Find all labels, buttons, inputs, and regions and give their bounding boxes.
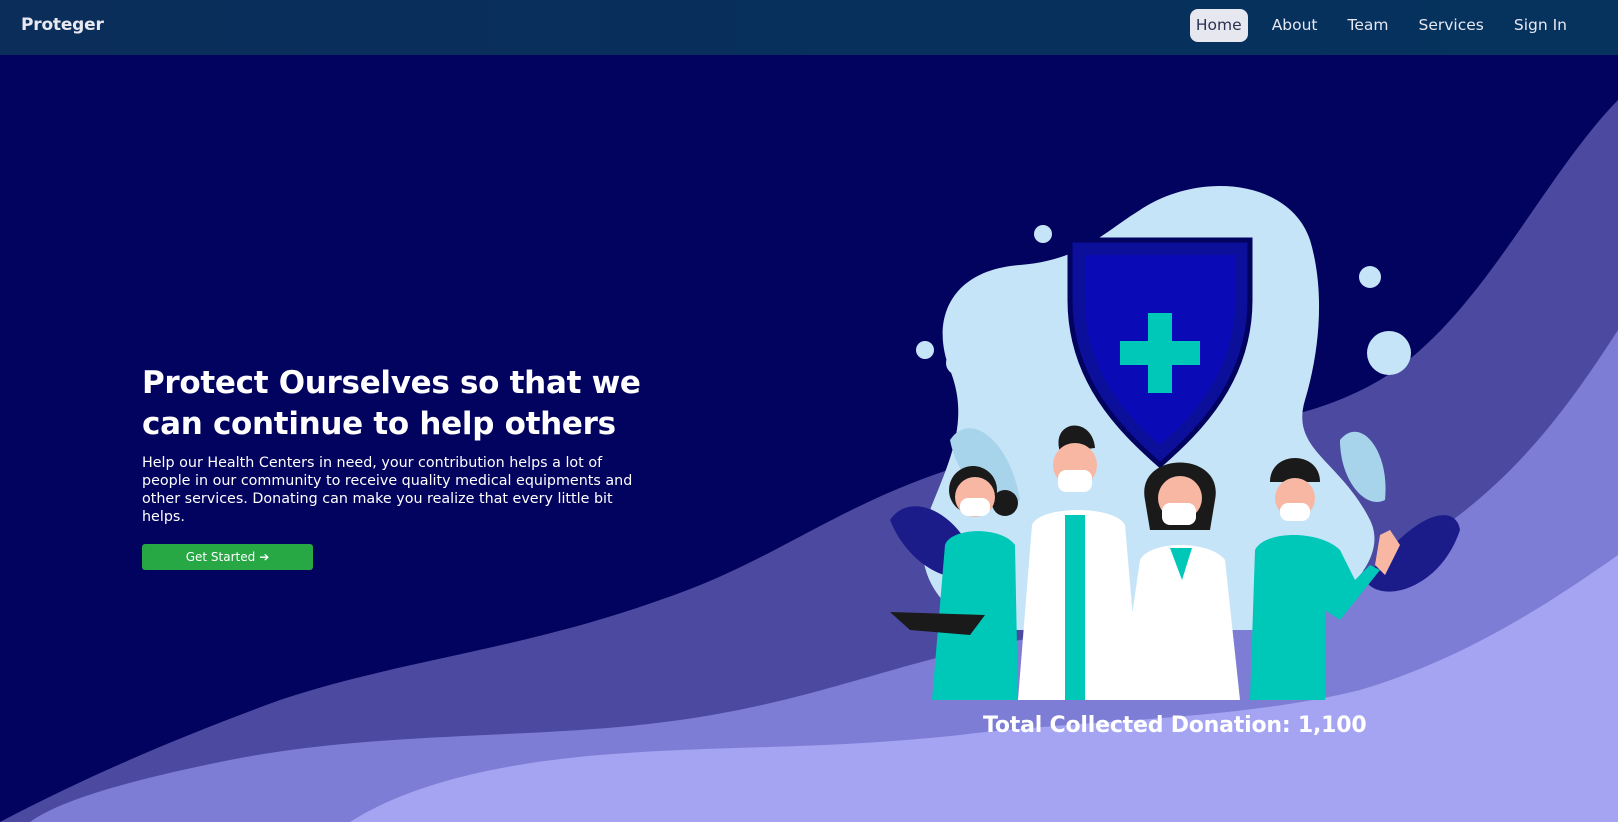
nav-about[interactable]: About — [1266, 9, 1324, 42]
nav-menu: Home About Team Services Sign In — [1172, 9, 1573, 42]
hero-subtext: Help our Health Centers in need, your co… — [142, 455, 633, 525]
bubble-small — [1034, 225, 1052, 243]
get-started-label: Get Started — [185, 550, 256, 564]
total-donation-counter: Total Collected Donation: 1,100 — [983, 713, 1367, 738]
nav-team[interactable]: Team — [1342, 9, 1395, 42]
hero-headline: Protect Ourselves so that we can continu… — [142, 365, 641, 442]
brand-logo[interactable]: Proteger — [21, 15, 104, 35]
get-started-button[interactable]: Get Started ➔ — [142, 544, 313, 570]
medical-team-illustration — [890, 186, 1460, 700]
top-navbar: Proteger Home About Team Services Sign I… — [0, 0, 1618, 55]
bubble-small — [916, 341, 934, 359]
arrow-right-icon: ➔ — [259, 550, 270, 564]
nav-services[interactable]: Services — [1412, 9, 1489, 42]
bubble-large — [1367, 331, 1411, 375]
nav-home[interactable]: Home — [1189, 9, 1248, 42]
cross-horizontal — [1120, 341, 1200, 365]
hero-section: Protect Ourselves so that we can continu… — [142, 363, 662, 526]
nav-sign-in[interactable]: Sign In — [1508, 9, 1573, 42]
nurse-left — [890, 466, 1018, 700]
bubble-small — [1359, 266, 1381, 288]
